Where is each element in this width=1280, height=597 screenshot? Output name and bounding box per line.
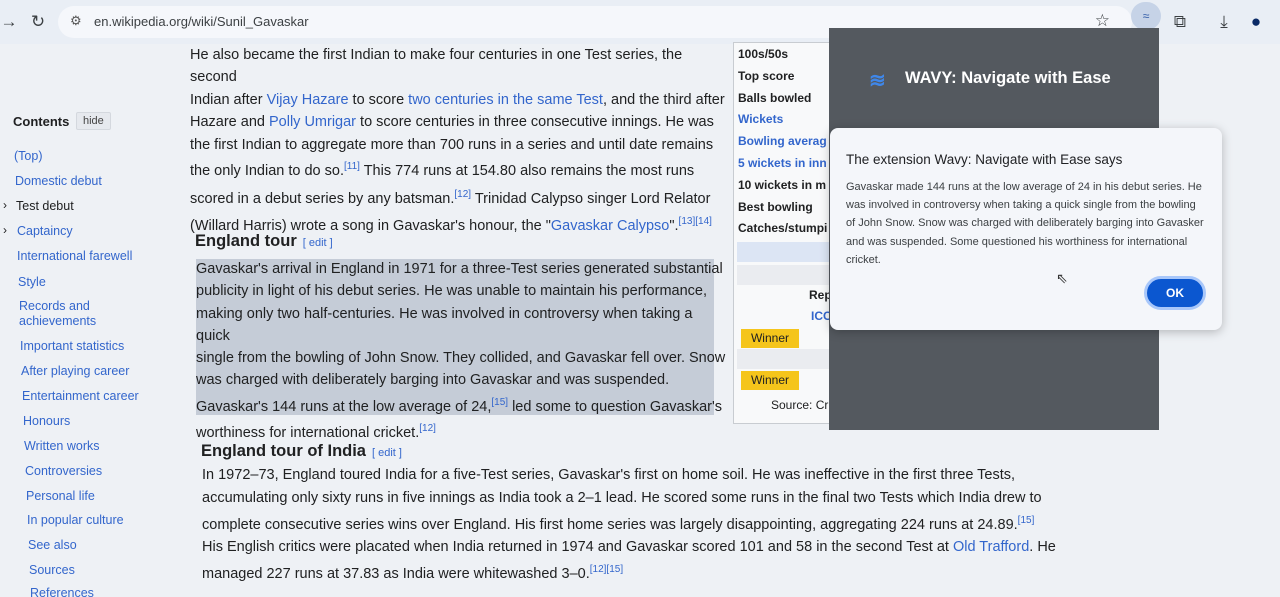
- selected-paragraph: Gavaskar's arrival in England in 1971 fo…: [196, 261, 726, 441]
- section-heading: England tour[ edit ]: [195, 232, 333, 250]
- toc-item-domestic-debut[interactable]: Domestic debut: [15, 174, 102, 188]
- toc-item-references[interactable]: References: [30, 586, 94, 597]
- citation[interactable]: [15]: [1018, 515, 1035, 526]
- site-info-icon[interactable]: ⚙: [70, 13, 82, 29]
- dialog-message: Gavaskar made 144 runs at the low averag…: [846, 181, 1204, 266]
- wavy-logo-icon: ≋: [869, 70, 886, 92]
- infobox-label: Top score: [738, 69, 795, 83]
- citation[interactable]: [11]: [344, 161, 360, 172]
- mouse-cursor-icon: ⇖: [1056, 270, 1068, 286]
- edit-link[interactable]: [ edit ]: [372, 447, 402, 459]
- toc-title: Contents: [13, 114, 70, 129]
- citation[interactable]: [12][15]: [590, 564, 623, 575]
- alert-dialog: The extension Wavy: Navigate with Ease s…: [830, 128, 1222, 330]
- winner-badge: Winner: [741, 371, 799, 390]
- citation[interactable]: [13][14]: [679, 216, 712, 227]
- article-paragraph: He also became the first Indian to make …: [190, 47, 725, 234]
- infobox-label[interactable]: Bowling averag: [738, 134, 827, 148]
- toc-item-in-popular-culture[interactable]: In popular culture: [27, 513, 124, 527]
- infobox-source: Source: Cr: [771, 398, 829, 412]
- toc-item-captaincy[interactable]: Captaincy: [17, 224, 73, 238]
- ok-button[interactable]: OK: [1144, 276, 1206, 310]
- wavy-extension-icon[interactable]: ≈: [1131, 2, 1161, 30]
- link-vijay-hazare[interactable]: Vijay Hazare: [267, 92, 349, 108]
- dialog-title: The extension Wavy: Navigate with Ease s…: [846, 152, 1123, 167]
- citation[interactable]: [15]: [491, 397, 508, 408]
- toc-item-controversies[interactable]: Controversies: [25, 464, 102, 478]
- infobox-label: Balls bowled: [738, 91, 812, 105]
- toc-item-records[interactable]: Records and achievements: [19, 299, 109, 328]
- toc-item-style[interactable]: Style: [18, 275, 46, 289]
- toc-item-important-statistics[interactable]: Important statistics: [20, 339, 124, 353]
- toc-item-personal-life[interactable]: Personal life: [26, 489, 95, 503]
- edit-link[interactable]: [ edit ]: [303, 237, 333, 249]
- toc-item-honours[interactable]: Honours: [23, 414, 70, 428]
- toc-item-top[interactable]: (Top): [14, 149, 42, 163]
- extension-title: WAVY: Navigate with Ease: [905, 69, 1111, 87]
- citation[interactable]: [12]: [419, 423, 436, 434]
- infobox-label[interactable]: Wickets: [738, 112, 783, 126]
- chevron-right-icon[interactable]: ›: [3, 198, 7, 212]
- toc-item-test-debut[interactable]: Test debut: [16, 199, 74, 213]
- infobox-label: 100s/50s: [738, 47, 789, 61]
- profile-avatar-icon[interactable]: ●: [1243, 9, 1269, 35]
- link-old-trafford[interactable]: Old Trafford: [953, 539, 1029, 555]
- section-heading: England tour of India[ edit ]: [201, 442, 402, 460]
- toc-item-written-works[interactable]: Written works: [24, 439, 99, 453]
- url-text: en.wikipedia.org/wiki/Sunil_Gavaskar: [94, 14, 309, 29]
- infobox-label: Catches/stumpi: [738, 221, 828, 235]
- extensions-puzzle-icon[interactable]: ⧉: [1167, 9, 1193, 35]
- link-two-centuries[interactable]: two centuries in the same Test: [408, 92, 603, 108]
- toc-item-international-farewell[interactable]: International farewell: [17, 249, 132, 263]
- winner-badge: Winner: [741, 329, 799, 348]
- link-gavaskar-calypso[interactable]: Gavaskar Calypso: [551, 217, 669, 233]
- reload-icon[interactable]: ↻: [25, 9, 51, 35]
- download-icon[interactable]: ⤓: [1211, 9, 1237, 35]
- toc-item-see-also[interactable]: See also: [28, 538, 77, 552]
- link-polly-umrigar[interactable]: Polly Umrigar: [269, 114, 356, 130]
- forward-icon[interactable]: →: [0, 9, 22, 35]
- infobox-label: Best bowling: [738, 200, 813, 214]
- citation[interactable]: [12]: [454, 189, 471, 200]
- infobox-label[interactable]: 5 wickets in inn: [738, 156, 827, 170]
- article-paragraph: In 1972–73, England toured India for a f…: [202, 467, 1056, 582]
- toc-item-entertainment-career[interactable]: Entertainment career: [22, 389, 139, 403]
- toc-item-sources[interactable]: Sources: [29, 563, 75, 577]
- infobox-label: 10 wickets in m: [738, 178, 827, 192]
- toc-item-after-playing-career[interactable]: After playing career: [21, 364, 129, 378]
- chevron-right-icon[interactable]: ›: [3, 223, 7, 237]
- toc-hide-button[interactable]: hide: [76, 112, 111, 130]
